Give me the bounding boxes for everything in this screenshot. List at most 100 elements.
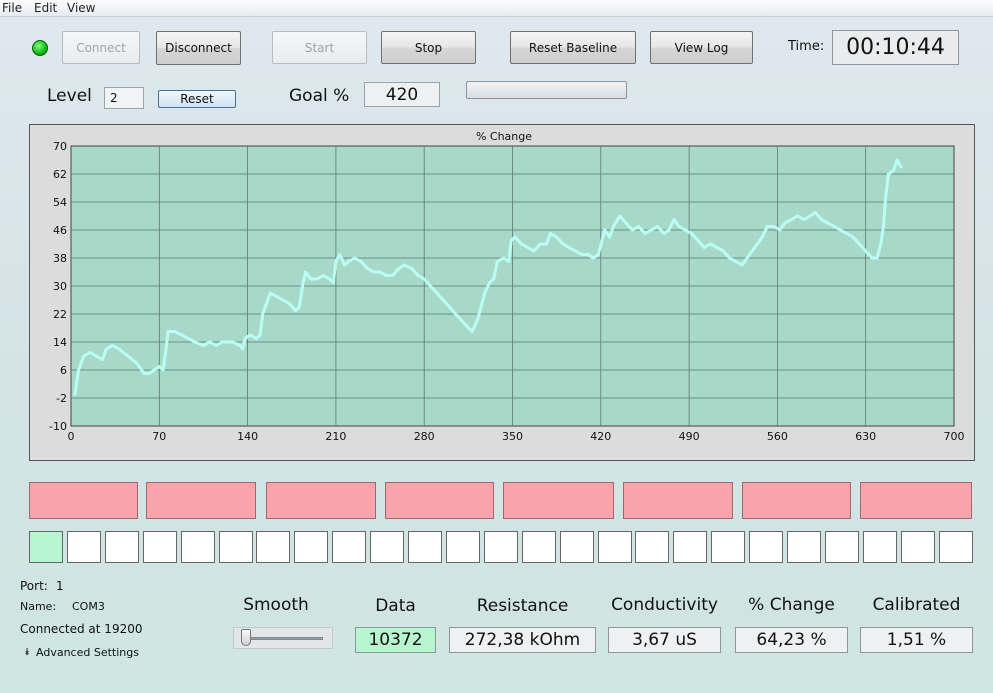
indicator-square [66,531,101,563]
data-point [532,249,536,253]
advanced-settings-toggle[interactable]: ⯯ Advanced Settings [24,646,139,659]
data-point [789,218,793,221]
data-point [161,368,165,372]
data-point [470,330,474,333]
data-point [538,242,542,246]
data-point [745,256,749,260]
pink-indicator-cell [503,482,614,519]
data-point [248,333,252,337]
data-point [662,232,666,235]
data-point [479,305,483,309]
y-tick-label: 70 [53,140,67,153]
y-tick-label: 30 [53,280,67,293]
data-point [166,330,170,333]
data-point [567,246,571,249]
x-tick-label: 420 [590,430,611,443]
data-point [243,337,247,340]
data-point [82,354,85,358]
smooth-label: Smooth [243,595,309,615]
indicator-square [256,531,291,563]
menu-file[interactable]: File [2,1,22,15]
data-point [591,256,595,260]
data-point [612,225,615,228]
reset-baseline-button[interactable]: Reset Baseline [510,31,636,64]
data-point [702,246,706,249]
data-point [879,242,883,246]
y-tick-label: 6 [60,364,67,377]
smooth-slider-thumb[interactable] [241,629,251,646]
indicator-square [635,531,670,563]
data-point [548,232,552,235]
data-point [221,340,224,344]
data-point [334,260,338,263]
goal-value[interactable]: 420 [364,82,440,107]
resistance-value: 272,38 kOhm [449,627,596,653]
menu-edit[interactable]: Edit [34,1,57,15]
data-point [410,267,413,270]
level-reset-button[interactable]: Reset [158,90,236,108]
data-point [258,333,262,337]
pink-indicator-cell [742,482,851,519]
data-point [142,372,146,375]
disconnect-button[interactable]: Disconnect [156,31,241,65]
pink-indicator-cell [266,482,376,519]
indicator-square [29,531,63,563]
data-point [832,225,836,228]
data-point [460,319,464,323]
data-point [467,326,470,330]
indicator-square [749,531,784,563]
level-input[interactable]: 2 [104,87,144,109]
data-point [820,218,823,221]
start-button[interactable]: Start [272,31,367,64]
y-tick-label: 62 [53,168,67,181]
conductivity-value: 3,67 uS [608,627,721,653]
data-point [343,263,347,267]
x-tick-label: 210 [325,430,346,443]
data-point [397,267,401,270]
data-point [630,228,634,232]
data-point [416,274,420,277]
data-point [765,225,769,228]
data-point [772,225,775,228]
data-point [202,344,205,347]
stop-button[interactable]: Stop [381,31,476,64]
data-point [157,365,161,368]
indicator-square [673,531,708,563]
indicator-square [483,531,518,563]
data-point [265,302,268,305]
data-point [750,249,754,253]
data-point [683,228,687,232]
indicator-square [180,531,215,563]
data-point [778,228,782,232]
data-point [94,354,98,358]
data-point [574,249,577,253]
data-point [238,344,242,347]
pink-indicator-cell [385,482,494,519]
connect-button[interactable]: Connect [62,31,140,64]
x-tick-label: 70 [152,430,166,443]
indicator-square [938,531,973,563]
indicator-square [445,531,480,563]
data-point [586,253,590,256]
y-tick-label: -10 [49,420,67,433]
name-value: COM3 [72,600,105,613]
data-point [555,235,559,239]
data-point [808,214,812,218]
y-tick-label: 46 [53,224,67,237]
calibrated-label: Calibrated [872,595,961,615]
data-point [435,291,439,295]
data-point [180,333,184,337]
data-point [526,246,529,249]
data-point [502,256,506,260]
indicator-square [787,531,821,563]
data-point [88,351,92,354]
data-point [667,228,671,232]
data-point [261,312,265,316]
indicator-square [597,531,632,563]
data-point [603,228,606,232]
data-point [887,172,890,176]
view-log-button[interactable]: View Log [650,31,753,64]
y-tick-label: 38 [53,252,67,265]
menu-view[interactable]: View [67,1,95,15]
data-point [281,298,285,302]
